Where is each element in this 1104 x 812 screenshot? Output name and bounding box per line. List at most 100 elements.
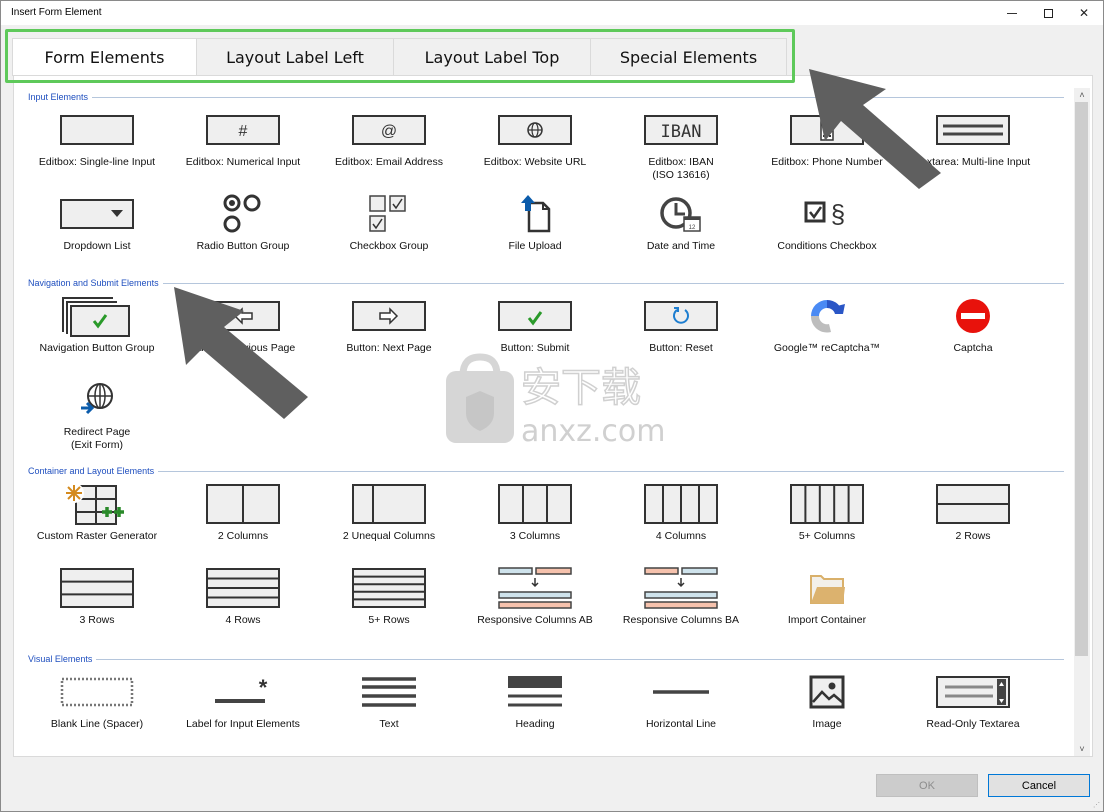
iban-editbox-icon: IBAN	[641, 108, 721, 152]
element-navigation-button-group[interactable]: Navigation Button Group	[24, 294, 170, 374]
element-3-rows[interactable]: 3 Rows	[24, 566, 170, 646]
element-google-recaptcha[interactable]: Google™ reCaptcha™	[754, 294, 900, 374]
element-file-upload[interactable]: File Upload	[462, 192, 608, 272]
submit-button-icon	[495, 294, 575, 338]
file-upload-icon	[495, 192, 575, 236]
element-editbox-numerical-input[interactable]: # Editbox: Numerical Input	[170, 108, 316, 188]
element-4-columns[interactable]: 4 Columns	[608, 482, 754, 562]
element-editbox-website-url[interactable]: Editbox: Website URL	[462, 108, 608, 188]
maximize-button[interactable]	[1031, 1, 1065, 25]
section-divider	[162, 282, 1064, 284]
five-columns-icon	[787, 482, 867, 526]
element-redirect-page-exit-form[interactable]: Redirect Page (Exit Form)	[24, 378, 170, 458]
four-columns-icon	[641, 482, 721, 526]
section-header-container-and-layout-elements: Container and Layout Elements	[28, 464, 1064, 478]
tab-special-elements[interactable]: Special Elements	[591, 38, 787, 75]
close-icon: ✕	[1078, 6, 1090, 20]
cancel-button[interactable]: Cancel	[988, 774, 1090, 797]
element-button-previous-page[interactable]: Button: Previous Page	[170, 294, 316, 374]
element-read-only-textarea[interactable]: Read-Only Textarea	[900, 670, 1046, 750]
element-editbox-iban-iso-13616[interactable]: IBAN Editbox: IBAN (ISO 13616)	[608, 108, 754, 188]
tab-label: Form Elements	[44, 48, 165, 67]
resize-grip[interactable]: ⋰	[1093, 801, 1101, 809]
two-rows-icon	[933, 482, 1013, 526]
scroll-down-button[interactable]: ˅	[1074, 742, 1090, 756]
radio-group-icon	[203, 192, 283, 236]
element-3-columns[interactable]: 3 Columns	[462, 482, 608, 562]
element-2-unequal-columns[interactable]: 2 Unequal Columns	[316, 482, 462, 562]
element-4-rows[interactable]: 4 Rows	[170, 566, 316, 646]
element-button-reset[interactable]: Button: Reset	[608, 294, 754, 374]
element-date-and-time[interactable]: 12 Date and Time	[608, 192, 754, 272]
element-textarea-multi-line-input[interactable]: Textarea: Multi-line Input	[900, 108, 1046, 188]
section-title: Visual Elements	[28, 654, 93, 664]
element-dropdown-list[interactable]: Dropdown List	[24, 192, 170, 272]
element-label: Textarea: Multi-line Input	[915, 156, 1031, 168]
tab-label: Special Elements	[619, 47, 758, 67]
tab-label: Layout Label Top	[424, 47, 560, 67]
minimize-button[interactable]	[995, 1, 1029, 25]
section-header-input-elements: Input Elements	[28, 90, 1064, 104]
responsive-columns-ab-icon	[495, 566, 575, 610]
vertical-scrollbar[interactable]: ˄ ˅	[1074, 88, 1090, 756]
three-columns-icon	[495, 482, 575, 526]
element-5-columns[interactable]: 5+ Columns	[754, 482, 900, 562]
scrollbar-thumb[interactable]	[1075, 102, 1088, 656]
element-import-container[interactable]: Import Container	[754, 566, 900, 646]
element-responsive-columns-ab[interactable]: Responsive Columns AB	[462, 566, 608, 646]
element-blank-line-spacer[interactable]: Blank Line (Spacer)	[24, 670, 170, 750]
element-custom-raster-generator[interactable]: Custom Raster Generator	[24, 482, 170, 562]
element-button-submit[interactable]: Button: Submit	[462, 294, 608, 374]
element-label: 4 Columns	[655, 530, 707, 542]
section-title: Container and Layout Elements	[28, 466, 155, 476]
element-label: Date and Time	[646, 240, 716, 252]
element-label-for-input-elements[interactable]: * Label for Input Elements	[170, 670, 316, 750]
heading-icon	[495, 670, 575, 714]
element-text[interactable]: Text	[316, 670, 462, 750]
element-radio-button-group[interactable]: Radio Button Group	[170, 192, 316, 272]
element-editbox-phone-number[interactable]: # Editbox: Phone Number	[754, 108, 900, 188]
two-columns-icon	[203, 482, 283, 526]
maximize-icon	[1043, 8, 1053, 18]
recaptcha-icon	[787, 294, 867, 338]
minimize-icon	[1007, 12, 1017, 14]
element-captcha[interactable]: Captcha	[900, 294, 1046, 374]
element-image[interactable]: Image	[754, 670, 900, 750]
raster-generator-icon	[57, 482, 137, 526]
element-horizontal-line[interactable]: Horizontal Line	[608, 670, 754, 750]
element-label: Editbox: Phone Number	[771, 156, 883, 168]
clock-calendar-icon: 12	[641, 192, 721, 236]
title-bar: Insert Form Element ✕	[1, 1, 1103, 25]
element-2-columns[interactable]: 2 Columns	[170, 482, 316, 562]
element-label: Conditions Checkbox	[777, 240, 877, 252]
element-editbox-email-address[interactable]: @ Editbox: Email Address	[316, 108, 462, 188]
element-conditions-checkbox[interactable]: § Conditions Checkbox	[754, 192, 900, 272]
element-label: File Upload	[508, 240, 562, 252]
close-button[interactable]: ✕	[1067, 1, 1101, 25]
element-label: Read-Only Textarea	[926, 718, 1020, 730]
tab-form-elements[interactable]: Form Elements	[12, 38, 197, 76]
element-button-next-page[interactable]: Button: Next Page	[316, 294, 462, 374]
spacer-icon	[57, 670, 137, 714]
svg-text:IBAN: IBAN	[661, 122, 702, 142]
folder-icon	[787, 566, 867, 610]
ok-button[interactable]: OK	[876, 774, 978, 797]
element-editbox-single-line-input[interactable]: Editbox: Single-line Input	[24, 108, 170, 188]
element-2-rows[interactable]: 2 Rows	[900, 482, 1046, 562]
section-divider	[92, 96, 1064, 98]
readonly-textarea-icon	[933, 670, 1013, 714]
scroll-up-button[interactable]: ˄	[1074, 88, 1090, 102]
hash-editbox-icon: #	[203, 108, 283, 152]
element-5-rows[interactable]: 5+ Rows	[316, 566, 462, 646]
element-heading[interactable]: Heading	[462, 670, 608, 750]
tab-layout-label-top[interactable]: Layout Label Top	[394, 38, 591, 75]
element-label: Heading	[515, 718, 555, 730]
element-responsive-columns-ba[interactable]: Responsive Columns BA	[608, 566, 754, 646]
section-divider	[96, 658, 1064, 660]
element-checkbox-group[interactable]: Checkbox Group	[316, 192, 462, 272]
phone-editbox-icon: #	[787, 108, 867, 152]
element-label: 4 Rows	[225, 614, 261, 626]
tab-layout-label-left[interactable]: Layout Label Left	[197, 38, 394, 75]
element-label: Image	[812, 718, 842, 730]
captcha-stop-icon	[933, 294, 1013, 338]
